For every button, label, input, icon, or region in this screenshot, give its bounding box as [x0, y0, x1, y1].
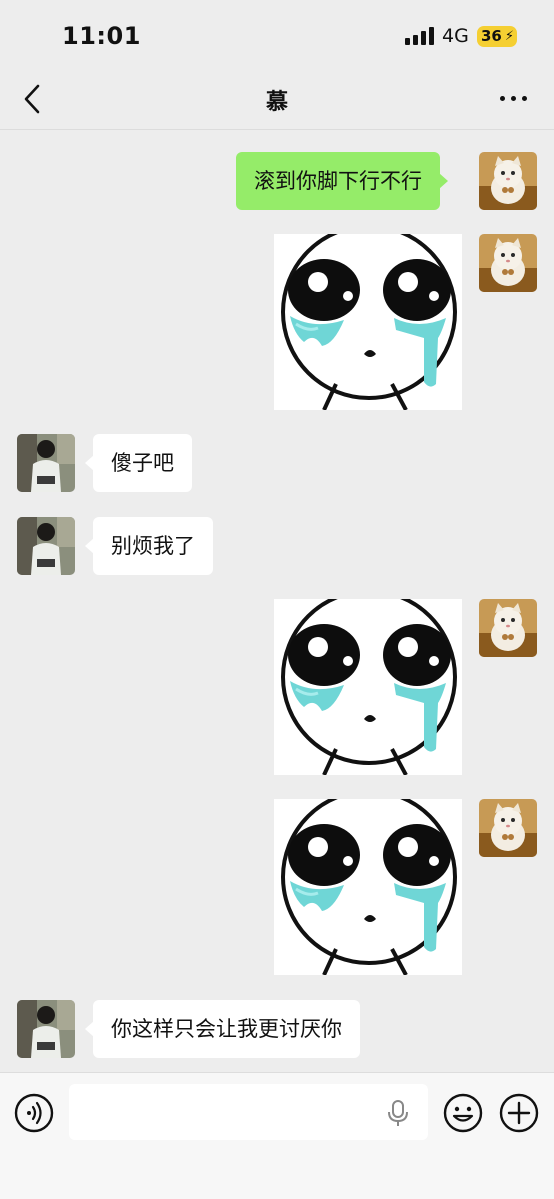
voice-icon — [14, 1093, 54, 1133]
message-bubble-incoming[interactable]: 别烦我了 — [85, 517, 213, 575]
message-bubble-incoming[interactable]: 傻子吧 — [85, 434, 192, 492]
sticker-message[interactable] — [274, 234, 462, 410]
charging-icon: ⚡ — [504, 29, 514, 44]
battery-icon: 36 ⚡ — [477, 26, 517, 47]
my-avatar[interactable] — [479, 799, 537, 857]
voice-button[interactable] — [14, 1093, 54, 1133]
cat-avatar-icon — [479, 152, 537, 210]
status-time: 11:01 — [62, 22, 141, 50]
emoji-icon — [443, 1093, 483, 1133]
person-avatar-icon — [17, 1000, 75, 1058]
crying-face-sticker-icon — [274, 799, 462, 975]
message-bubble-incoming[interactable]: 你这样只会让我更讨厌你 — [85, 1000, 360, 1058]
microphone-button[interactable] — [386, 1099, 410, 1127]
cat-avatar-icon — [479, 234, 537, 292]
more-button[interactable] — [500, 86, 530, 110]
my-avatar[interactable] — [479, 152, 537, 210]
person-avatar-icon — [17, 434, 75, 492]
cat-avatar-icon — [479, 799, 537, 857]
person-avatar-icon — [17, 517, 75, 575]
contact-avatar[interactable] — [17, 434, 75, 492]
contact-avatar[interactable] — [17, 517, 75, 575]
plus-icon — [499, 1093, 539, 1133]
message-bubble-outgoing[interactable]: 滚到你脚下行不行 — [236, 152, 448, 210]
my-avatar[interactable] — [479, 599, 537, 657]
network-type: 4G — [442, 25, 469, 47]
sticker-message[interactable] — [274, 599, 462, 775]
cat-avatar-icon — [479, 599, 537, 657]
more-functions-button[interactable] — [499, 1093, 539, 1133]
message-input[interactable] — [69, 1084, 428, 1140]
my-avatar[interactable] — [479, 234, 537, 292]
emoji-button[interactable] — [443, 1093, 483, 1133]
sticker-message[interactable] — [274, 799, 462, 975]
battery-level: 36 — [481, 27, 502, 45]
contact-avatar[interactable] — [17, 1000, 75, 1058]
status-bar: 11:01 4G 36 ⚡ — [0, 0, 554, 70]
crying-face-sticker-icon — [274, 599, 462, 775]
microphone-icon — [388, 1100, 408, 1126]
input-bar — [0, 1072, 554, 1199]
chat-header: 慕 — [0, 70, 554, 130]
crying-face-sticker-icon — [274, 234, 462, 410]
chat-title: 慕 — [265, 90, 288, 115]
signal-icon — [405, 27, 435, 45]
